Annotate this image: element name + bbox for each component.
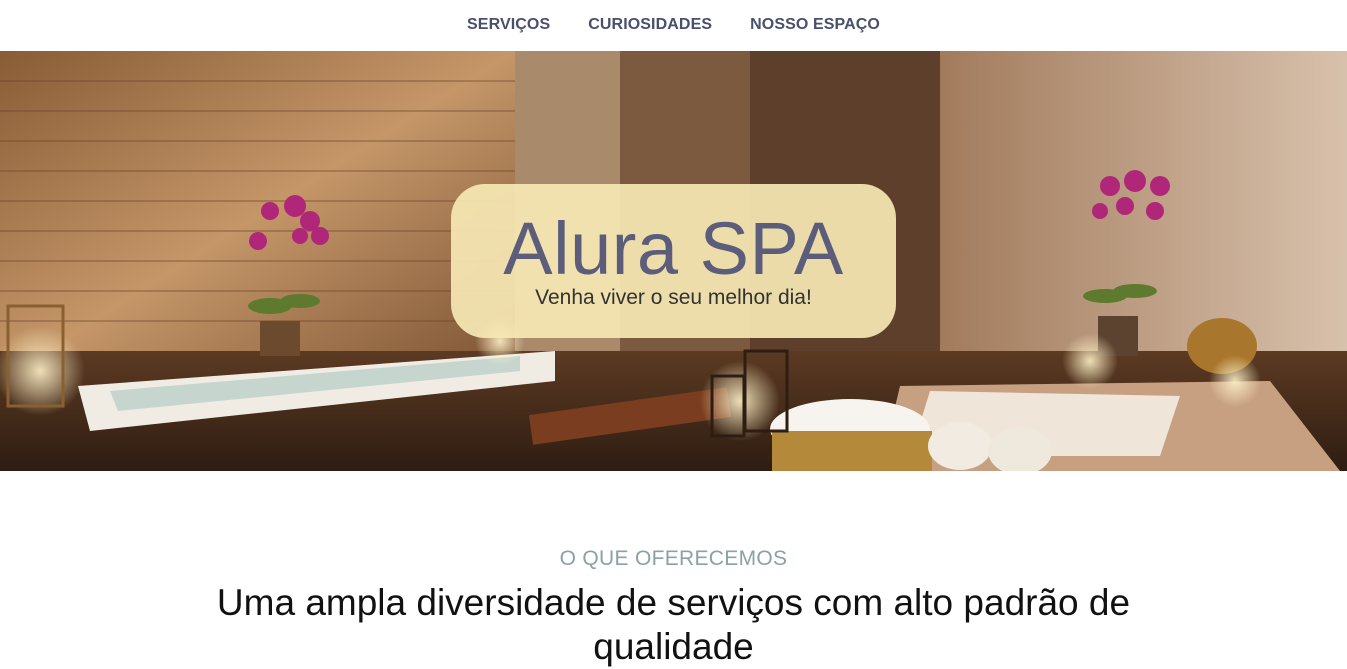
nav-link-nosso-espaco[interactable]: NOSSO ESPAÇO [750, 16, 880, 36]
top-navigation: SERVIÇOS CURIOSIDADES NOSSO ESPAÇO [0, 0, 1347, 51]
nav-link-servicos[interactable]: SERVIÇOS [467, 16, 550, 36]
nav-link-curiosidades[interactable]: CURIOSIDADES [588, 16, 712, 36]
services-kicker: O QUE OFERECEMOS [559, 547, 788, 570]
services-heading: Uma ampla diversidade de serviços com al… [216, 582, 1131, 667]
hero-title: Alura SPA [503, 207, 844, 290]
hero-banner: Alura SPA Venha viver o seu melhor dia! [0, 51, 1347, 471]
hero-title-card: Alura SPA Venha viver o seu melhor dia! [451, 184, 896, 338]
